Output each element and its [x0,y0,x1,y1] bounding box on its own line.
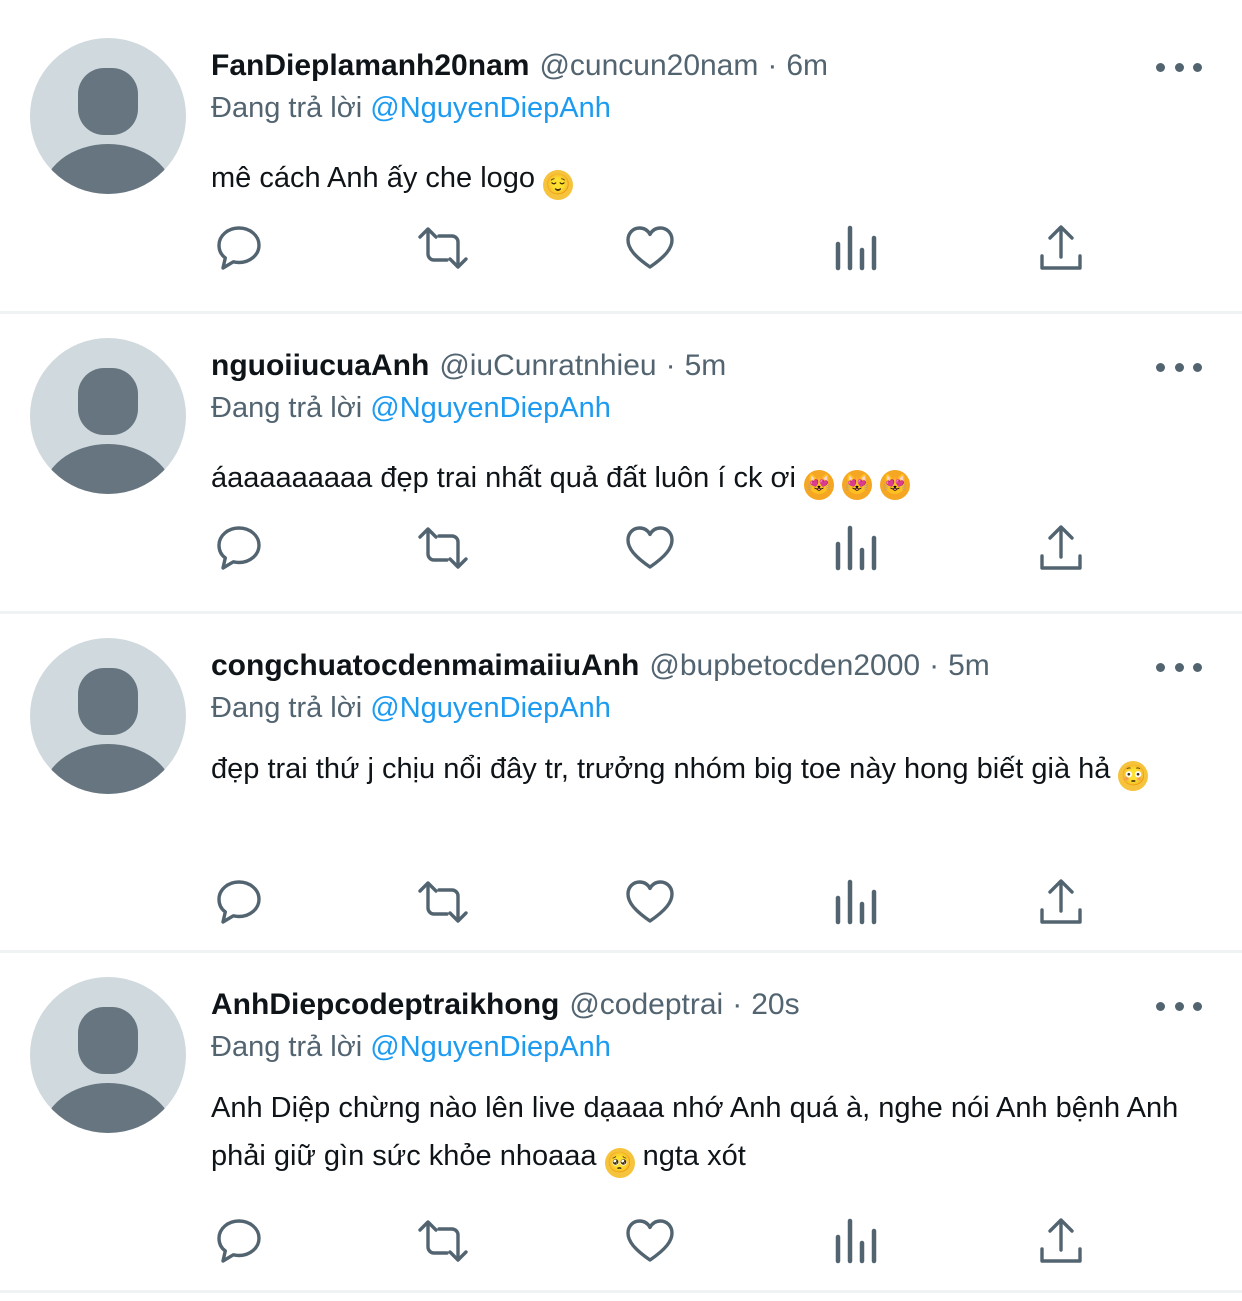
retweet-icon[interactable] [415,1213,471,1269]
heart-icon[interactable] [622,220,678,276]
heart-eyes-cat-emoji: 😻 [842,470,873,500]
reply-icon[interactable] [211,874,267,930]
replying-to-label: Đang trả lời [211,692,363,724]
replying-to-label: Đang trả lời [211,92,363,124]
relieved-face-emoji: 😌 [543,170,574,200]
replying-to-link[interactable]: @NguyenDiepAnh [370,392,611,424]
heart-icon[interactable] [622,1213,678,1269]
avatar[interactable] [30,977,186,1133]
avatar[interactable] [30,38,186,194]
heart-icon[interactable] [622,874,678,930]
heart-eyes-cat-emoji: 😻 [880,470,911,500]
default-avatar-icon [42,668,174,794]
display-name[interactable]: congchuatocdenmaimaiiuAnh [211,649,639,683]
tweet[interactable]: FanDieplamanh20nam @cuncun20nam · 6m Đan… [0,0,1242,312]
views-icon[interactable] [828,220,884,276]
replying-to: Đang trả lời @NguyenDiepAnh [211,92,611,125]
user-handle[interactable]: @bupbetocden2000 [649,649,920,683]
replying-to-link[interactable]: @NguyenDiepAnh [370,692,611,724]
separator: · [665,349,676,382]
tweet-text: áaaaaaaaaa đẹp trai nhất quả đất luôn í … [211,454,1201,502]
tweet-text-body: đẹp trai thứ j chịu nổi đây tr, trưởng n… [211,753,1111,785]
default-avatar-icon [42,68,174,194]
separator: · [732,988,743,1021]
reply-icon[interactable] [211,220,267,276]
pleading-face-emoji: 🥺 [604,1148,635,1178]
views-icon[interactable] [828,520,884,576]
tweet-text-body: áaaaaaaaaa đẹp trai nhất quả đất luôn í … [211,462,796,494]
heart-eyes-cat-emoji: 😻 [804,470,835,500]
default-avatar-icon [42,1007,174,1133]
retweet-icon[interactable] [415,220,471,276]
retweet-icon[interactable] [415,520,471,576]
tweet[interactable]: nguoiiucuaAnh @iuCunratnhieu · 5m Đang t… [0,300,1242,612]
avatar[interactable] [30,338,186,494]
separator: · [929,649,940,682]
timestamp[interactable]: 6m [786,49,828,83]
tweet-actions [211,520,1091,608]
tweet-header: FanDieplamanh20nam @cuncun20nam · 6m [211,42,828,90]
tweet[interactable]: AnhDiepcodeptraikhong @codeptrai · 20s Đ… [0,939,1242,1295]
user-handle[interactable]: @iuCunratnhieu [439,349,656,383]
tweet[interactable]: congchuatocdenmaimaiiuAnh @bupbetocden20… [0,600,1242,952]
timestamp[interactable]: 20s [751,988,799,1022]
display-name[interactable]: FanDieplamanh20nam [211,49,529,83]
more-icon[interactable] [1156,56,1202,78]
flushed-face-emoji: 😳 [1118,761,1149,791]
share-icon[interactable] [1033,874,1089,930]
user-handle[interactable]: @codeptrai [569,988,723,1022]
replying-to-label: Đang trả lời [211,392,363,424]
share-icon[interactable] [1033,1213,1089,1269]
default-avatar-icon [42,368,174,494]
tweet-actions [211,220,1091,308]
more-icon[interactable] [1156,356,1202,378]
display-name[interactable]: AnhDiepcodeptraikhong [211,988,559,1022]
reply-icon[interactable] [211,1213,267,1269]
views-icon[interactable] [828,1213,884,1269]
avatar[interactable] [30,638,186,794]
timestamp[interactable]: 5m [948,649,990,683]
retweet-icon[interactable] [415,874,471,930]
replying-to: Đang trả lời @NguyenDiepAnh [211,392,611,425]
tweet-actions [211,1213,1091,1301]
replying-to-label: Đang trả lời [211,1031,363,1063]
reply-icon[interactable] [211,520,267,576]
tweet-text: đẹp trai thứ j chịu nổi đây tr, trưởng n… [211,745,1171,793]
replying-to-link[interactable]: @NguyenDiepAnh [370,92,611,124]
tweet-text-tail: ngta xót [634,1140,746,1172]
share-icon[interactable] [1033,220,1089,276]
heart-icon[interactable] [622,520,678,576]
divider [0,1290,1242,1293]
tweet-text: Anh Diệp chừng nào lên live dạaaa nhớ An… [211,1084,1186,1180]
display-name[interactable]: nguoiiucuaAnh [211,349,429,383]
tweet-text: mê cách Anh ấy che logo 😌 [211,154,1201,202]
replying-to: Đang trả lời @NguyenDiepAnh [211,1031,611,1064]
more-icon[interactable] [1156,656,1202,678]
tweet-header: nguoiiucuaAnh @iuCunratnhieu · 5m [211,342,726,390]
timestamp[interactable]: 5m [685,349,727,383]
replying-to-link[interactable]: @NguyenDiepAnh [370,1031,611,1063]
tweet-header: AnhDiepcodeptraikhong @codeptrai · 20s [211,981,800,1029]
user-handle[interactable]: @cuncun20nam [539,49,758,83]
replying-to: Đang trả lời @NguyenDiepAnh [211,692,611,725]
share-icon[interactable] [1033,520,1089,576]
more-icon[interactable] [1156,995,1202,1017]
separator: · [767,49,778,82]
views-icon[interactable] [828,874,884,930]
tweet-text-body: mê cách Anh ấy che logo [211,162,536,194]
tweet-header: congchuatocdenmaimaiiuAnh @bupbetocden20… [211,642,990,690]
